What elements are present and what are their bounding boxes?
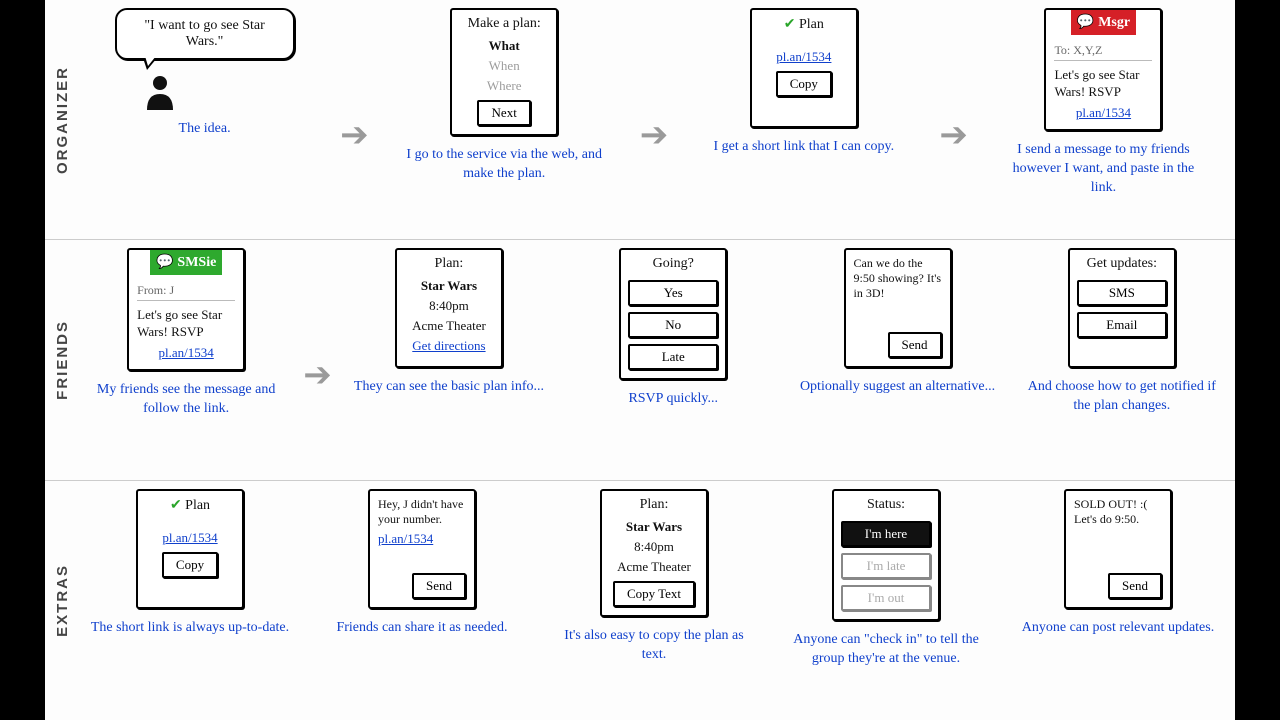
card-updates: Get updates: SMS Email <box>1068 248 1176 368</box>
caption: I get a short link that I can copy. <box>713 138 894 157</box>
caption: Anyone can post relevant updates. <box>1022 619 1214 638</box>
plan-link[interactable]: pl.an/1534 <box>378 531 433 547</box>
post-text[interactable]: SOLD OUT! :( Let's do 9:50. <box>1074 497 1162 527</box>
rsvp-late-button[interactable]: Late <box>628 344 718 370</box>
arrow-icon: ➔ <box>340 118 369 152</box>
caption: The idea. <box>179 120 231 139</box>
from-field: From: J <box>137 283 235 301</box>
step-refresh-link: Plan pl.an/1534 Copy The short link is a… <box>79 489 301 638</box>
row-organizer: ORGANIZER "I want to go see Star Wars." … <box>45 0 1235 240</box>
arrow-icon: ➔ <box>640 118 669 152</box>
step-msgr: 💬 Msgr To: X,Y,Z Let's go see Star Wars!… <box>978 8 1229 197</box>
send-button[interactable]: Send <box>412 573 466 599</box>
row-label-extras: EXTRAS <box>54 564 71 637</box>
card-plan-info: Plan: Star Wars 8:40pm Acme Theater Get … <box>395 248 503 368</box>
card-shortlink: Plan pl.an/1534 Copy <box>750 8 858 128</box>
card-status: Status: I'm here I'm late I'm out <box>832 489 940 621</box>
suggest-text[interactable]: Can we do the 9:50 showing? It's in 3D! <box>854 256 942 301</box>
row-extras: EXTRAS Plan pl.an/1534 Copy The short li… <box>45 481 1235 720</box>
step-suggest: Can we do the 9:50 showing? It's in 3D! … <box>790 248 1004 397</box>
card-copy-text: Plan: Star Wars 8:40pm Acme Theater Copy… <box>600 489 708 617</box>
arrow-icon: ➔ <box>303 358 332 392</box>
arrow-icon: ➔ <box>939 118 968 152</box>
step-share: Hey, J didn't have your number. pl.an/15… <box>311 489 533 638</box>
card-suggest: Can we do the 9:50 showing? It's in 3D! … <box>844 248 952 368</box>
send-button[interactable]: Send <box>1108 573 1162 599</box>
person-icon <box>143 74 177 110</box>
status-out-button[interactable]: I'm out <box>841 585 931 611</box>
step-make-plan: Make a plan: What When Where Next I go t… <box>379 8 630 184</box>
card-post: SOLD OUT! :( Let's do 9:50. Send <box>1064 489 1172 609</box>
caption: The short link is always up-to-date. <box>91 619 289 638</box>
caption: RSVP quickly... <box>628 390 718 409</box>
plan-link[interactable]: pl.an/1534 <box>159 345 214 361</box>
updates-email-button[interactable]: Email <box>1077 312 1167 338</box>
plan-link[interactable]: pl.an/1534 <box>776 49 831 65</box>
card-make-plan: Make a plan: What When Where Next <box>450 8 558 136</box>
caption: I send a message to my friends however I… <box>1003 141 1203 198</box>
card-msgr: 💬 Msgr To: X,Y,Z Let's go see Star Wars!… <box>1044 8 1162 131</box>
caption: It's also easy to copy the plan as text. <box>554 627 754 665</box>
copy-button[interactable]: Copy <box>162 552 218 578</box>
plan-link[interactable]: pl.an/1534 <box>162 530 217 546</box>
status-here-button[interactable]: I'm here <box>841 521 931 547</box>
next-button[interactable]: Next <box>477 100 531 126</box>
caption: They can see the basic plan info... <box>354 378 544 397</box>
plan-link[interactable]: pl.an/1534 <box>1076 105 1131 121</box>
caption: Anyone can "check in" to tell the group … <box>786 631 986 669</box>
smsie-header: 💬 SMSie <box>150 250 222 275</box>
row-label-friends: FRIENDS <box>54 320 71 400</box>
to-field: To: X,Y,Z <box>1054 43 1152 61</box>
row-label-organizer: ORGANIZER <box>54 66 71 174</box>
step-copy-text: Plan: Star Wars 8:40pm Acme Theater Copy… <box>543 489 765 665</box>
step-updates: Get updates: SMS Email And choose how to… <box>1015 248 1229 416</box>
step-rsvp: Going? Yes No Late RSVP quickly... <box>566 248 780 409</box>
chat-icon: 💬 <box>1077 14 1094 31</box>
step-smsie: 💬 SMSie From: J Let's go see Star Wars! … <box>79 248 293 419</box>
rsvp-no-button[interactable]: No <box>628 312 718 338</box>
chat-icon: 💬 <box>156 254 173 271</box>
copy-button[interactable]: Copy <box>776 71 832 97</box>
rsvp-yes-button[interactable]: Yes <box>628 280 718 306</box>
step-status: Status: I'm here I'm late I'm out Anyone… <box>775 489 997 669</box>
step-post: SOLD OUT! :( Let's do 9:50. Send Anyone … <box>1007 489 1229 638</box>
row-friends: FRIENDS 💬 SMSie From: J Let's go see Sta… <box>45 240 1235 480</box>
caption: And choose how to get notified if the pl… <box>1022 378 1222 416</box>
card-rsvp: Going? Yes No Late <box>619 248 727 380</box>
send-button[interactable]: Send <box>888 332 942 358</box>
storyboard: ORGANIZER "I want to go see Star Wars." … <box>45 0 1235 720</box>
msgr-header: 💬 Msgr <box>1071 10 1136 35</box>
status-late-button[interactable]: I'm late <box>841 553 931 579</box>
card-share: Hey, J didn't have your number. pl.an/15… <box>368 489 476 609</box>
updates-sms-button[interactable]: SMS <box>1077 280 1167 306</box>
step-idea: "I want to go see Star Wars." The idea. <box>79 8 330 139</box>
card-refresh-link: Plan pl.an/1534 Copy <box>136 489 244 609</box>
speech-bubble: "I want to go see Star Wars." <box>115 8 295 60</box>
directions-link[interactable]: Get directions <box>412 338 485 354</box>
step-plan-info: Plan: Star Wars 8:40pm Acme Theater Get … <box>342 248 556 397</box>
copy-text-button[interactable]: Copy Text <box>613 581 695 607</box>
caption: Optionally suggest an alternative... <box>800 378 995 397</box>
caption: My friends see the message and follow th… <box>86 381 286 419</box>
step-shortlink: Plan pl.an/1534 Copy I get a short link … <box>678 8 929 157</box>
caption: I go to the service via the web, and mak… <box>404 146 604 184</box>
caption: Friends can share it as needed. <box>336 619 507 638</box>
card-smsie: 💬 SMSie From: J Let's go see Star Wars! … <box>127 248 245 371</box>
share-text[interactable]: Hey, J didn't have your number. <box>378 497 466 527</box>
